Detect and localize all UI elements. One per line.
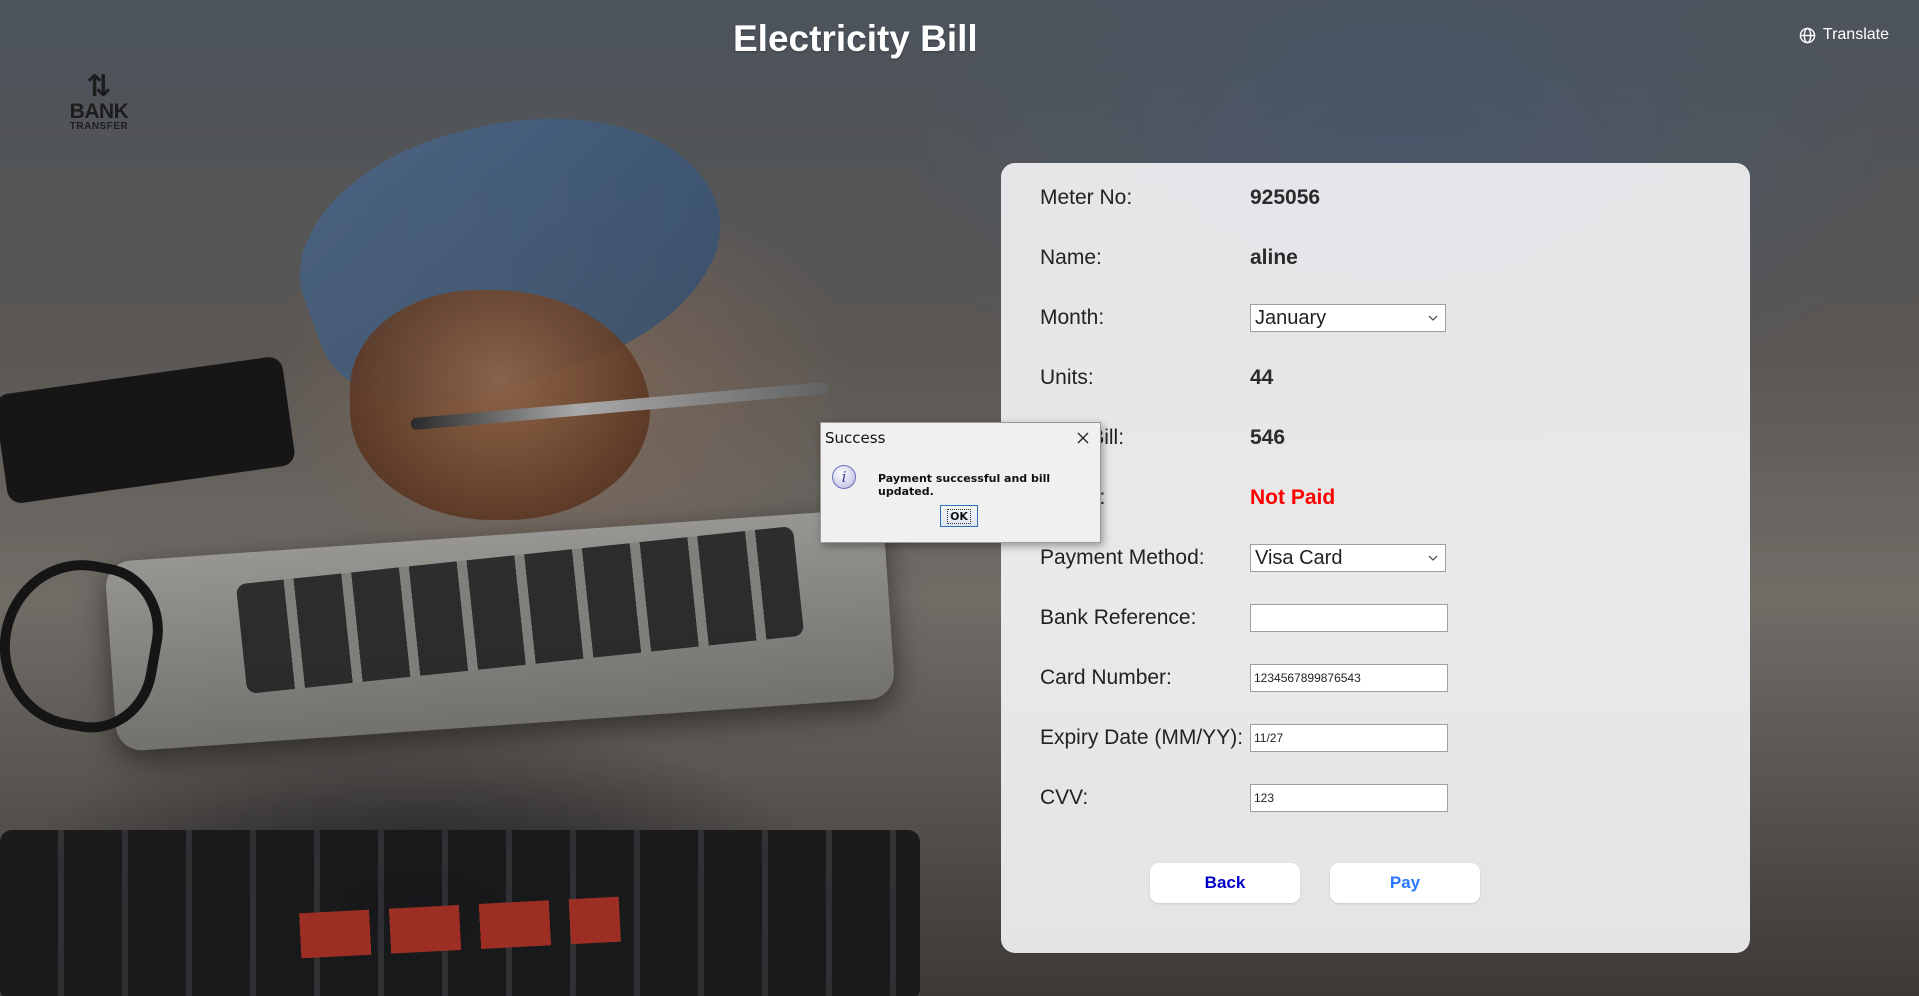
cvv-label: CVV: <box>1040 786 1089 809</box>
cvv-row: CVV: 123 <box>1040 783 1448 813</box>
chevron-down-icon <box>1428 555 1438 561</box>
back-button[interactable]: Back <box>1150 863 1300 903</box>
background-red-keys <box>299 896 621 959</box>
card-number-label: Card Number: <box>1040 666 1172 689</box>
meter-no-row: Meter No: 925056 <box>1040 183 1320 213</box>
background-hand <box>350 290 650 520</box>
background-calculator-keys <box>235 526 805 694</box>
meter-no-value: 925056 <box>1250 186 1321 209</box>
bank-transfer-logo: ⇅ BANK TRANSFER <box>66 72 132 132</box>
translate-button[interactable]: Translate <box>1799 26 1889 44</box>
info-icon: i <box>832 465 856 489</box>
ok-button-label: OK <box>947 508 971 524</box>
bank-reference-label: Bank Reference: <box>1040 606 1197 629</box>
logo-line1: BANK <box>69 100 129 123</box>
payment-method-row: Payment Method: Visa Card <box>1040 543 1446 573</box>
background-keyboard <box>0 830 920 996</box>
bill-form-panel: Meter No: 925056 Name: aline Month: Janu… <box>1001 163 1750 953</box>
units-label: Units: <box>1040 366 1094 389</box>
payment-method-selected-value: Visa Card <box>1255 546 1343 569</box>
background-glasses <box>0 547 174 743</box>
expiry-date-input[interactable]: 11/27 <box>1250 724 1448 752</box>
payment-method-select[interactable]: Visa Card <box>1250 544 1446 572</box>
background-phone <box>0 355 297 505</box>
status-value: Not Paid <box>1250 486 1336 509</box>
chevron-down-icon <box>1428 315 1438 321</box>
dialog-title: Success <box>825 429 886 447</box>
expiry-date-row: Expiry Date (MM/YY): 11/27 <box>1040 723 1448 753</box>
ok-button[interactable]: OK <box>940 505 978 527</box>
expiry-date-label: Expiry Date (MM/YY): <box>1040 726 1244 749</box>
card-number-row: Card Number: 1234567899876543 <box>1040 663 1448 693</box>
globe-icon <box>1799 27 1816 43</box>
dialog-message: Payment successful and bill updated. <box>878 472 1051 498</box>
card-number-input[interactable]: 1234567899876543 <box>1250 664 1448 692</box>
month-select[interactable]: January <box>1250 304 1446 332</box>
translate-label: Translate <box>1822 26 1889 43</box>
month-label: Month: <box>1040 306 1105 329</box>
pay-button[interactable]: Pay <box>1330 863 1480 903</box>
payment-method-label: Payment Method: <box>1040 546 1205 569</box>
close-icon[interactable] <box>1074 429 1092 447</box>
units-value: 44 <box>1250 366 1274 389</box>
name-row: Name: aline <box>1040 243 1298 273</box>
name-label: Name: <box>1040 246 1102 269</box>
page-title: Electricity Bill <box>733 18 978 59</box>
name-value: aline <box>1250 246 1298 269</box>
transfer-arrows-icon: ⇅ <box>86 70 112 103</box>
units-row: Units: 44 <box>1040 363 1273 393</box>
logo-line2: TRANSFER <box>69 121 129 132</box>
success-dialog: Success i Payment successful and bill up… <box>820 422 1101 543</box>
bank-reference-row: Bank Reference: <box>1040 603 1448 633</box>
total-bill-value: 546 <box>1250 426 1286 449</box>
background-arm <box>268 56 752 444</box>
meter-no-label: Meter No: <box>1040 186 1133 209</box>
cvv-input[interactable]: 123 <box>1250 784 1448 812</box>
month-row: Month: January <box>1040 303 1446 333</box>
bank-reference-input[interactable] <box>1250 604 1448 632</box>
background-pen <box>410 381 830 431</box>
background-calculator <box>104 508 896 752</box>
month-selected-value: January <box>1255 306 1327 329</box>
